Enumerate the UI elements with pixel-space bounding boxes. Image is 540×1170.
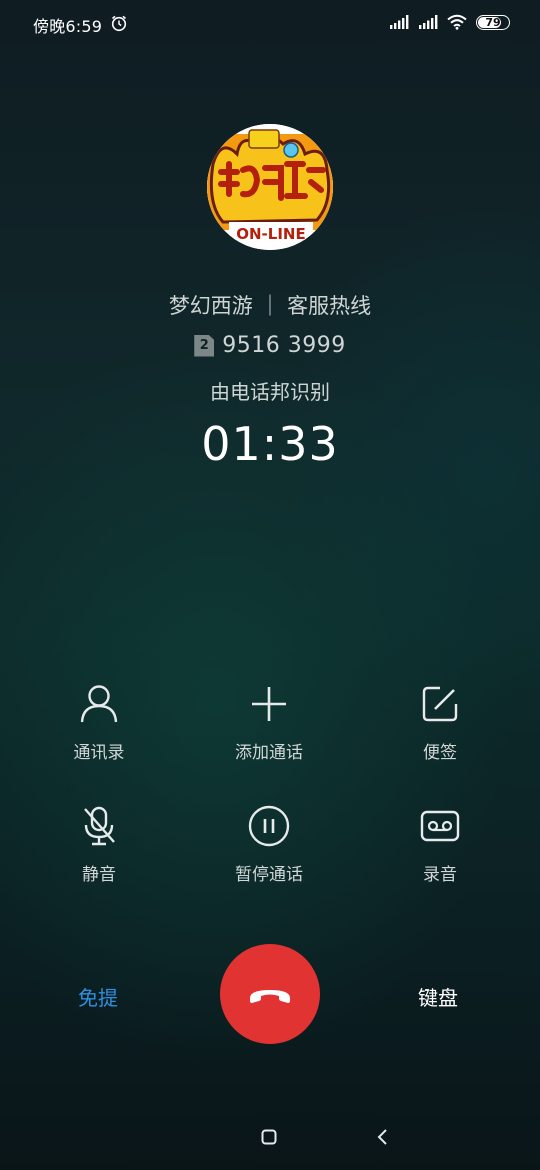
phone-hangup-icon	[250, 990, 290, 1003]
record-label: 录音	[423, 865, 457, 885]
keypad-button[interactable]: 键盘	[418, 982, 458, 1011]
contact-avatar: ON-LINE	[207, 124, 333, 250]
caller-number-row: 2 9516 3999	[0, 333, 540, 358]
mute-label: 静音	[82, 865, 116, 885]
alarm-icon	[111, 15, 127, 32]
caller-id-source: 由电话邦识别	[210, 380, 330, 404]
cassette-icon	[420, 810, 460, 842]
caller-name: 梦幻西游 ｜ 客服热线	[168, 294, 372, 318]
pause-icon	[248, 805, 290, 847]
battery-percent: 79	[485, 15, 501, 29]
battery-icon: 79	[476, 14, 510, 30]
signal-icon-sim2	[419, 15, 438, 29]
wifi-icon	[447, 14, 467, 30]
microphone-off-icon	[84, 806, 115, 846]
status-bar: 傍晚6:59 79	[0, 0, 540, 46]
add-call-label: 添加通话	[235, 743, 303, 763]
contacts-label: 通讯录	[73, 743, 125, 763]
person-icon	[80, 685, 118, 723]
game-logo-image: ON-LINE	[207, 124, 333, 250]
sim-2-icon: 2	[194, 334, 215, 357]
notes-button[interactable]: 便签	[370, 682, 510, 763]
hold-label: 暂停通话	[235, 865, 303, 885]
caller-number: 9516 3999	[222, 333, 346, 358]
contacts-button[interactable]: 通讯录	[29, 682, 169, 763]
edit-note-icon	[422, 686, 458, 722]
record-button[interactable]: 录音	[370, 804, 510, 885]
mute-button[interactable]: 静音	[29, 804, 169, 885]
back-nav-icon[interactable]	[374, 1128, 392, 1146]
plus-icon	[252, 687, 286, 721]
signal-icon-sim1	[390, 15, 409, 29]
notes-label: 便签	[423, 743, 457, 763]
speaker-button[interactable]: 免提	[78, 982, 118, 1011]
call-duration: 01:33	[201, 417, 339, 471]
add-call-button[interactable]: 添加通话	[199, 682, 339, 763]
status-time: 傍晚6:59	[33, 17, 103, 36]
svg-text:ON-LINE: ON-LINE	[236, 225, 305, 243]
hang-up-button[interactable]	[220, 944, 320, 1044]
home-nav-icon[interactable]	[261, 1129, 277, 1145]
hold-button[interactable]: 暂停通话	[199, 804, 339, 885]
